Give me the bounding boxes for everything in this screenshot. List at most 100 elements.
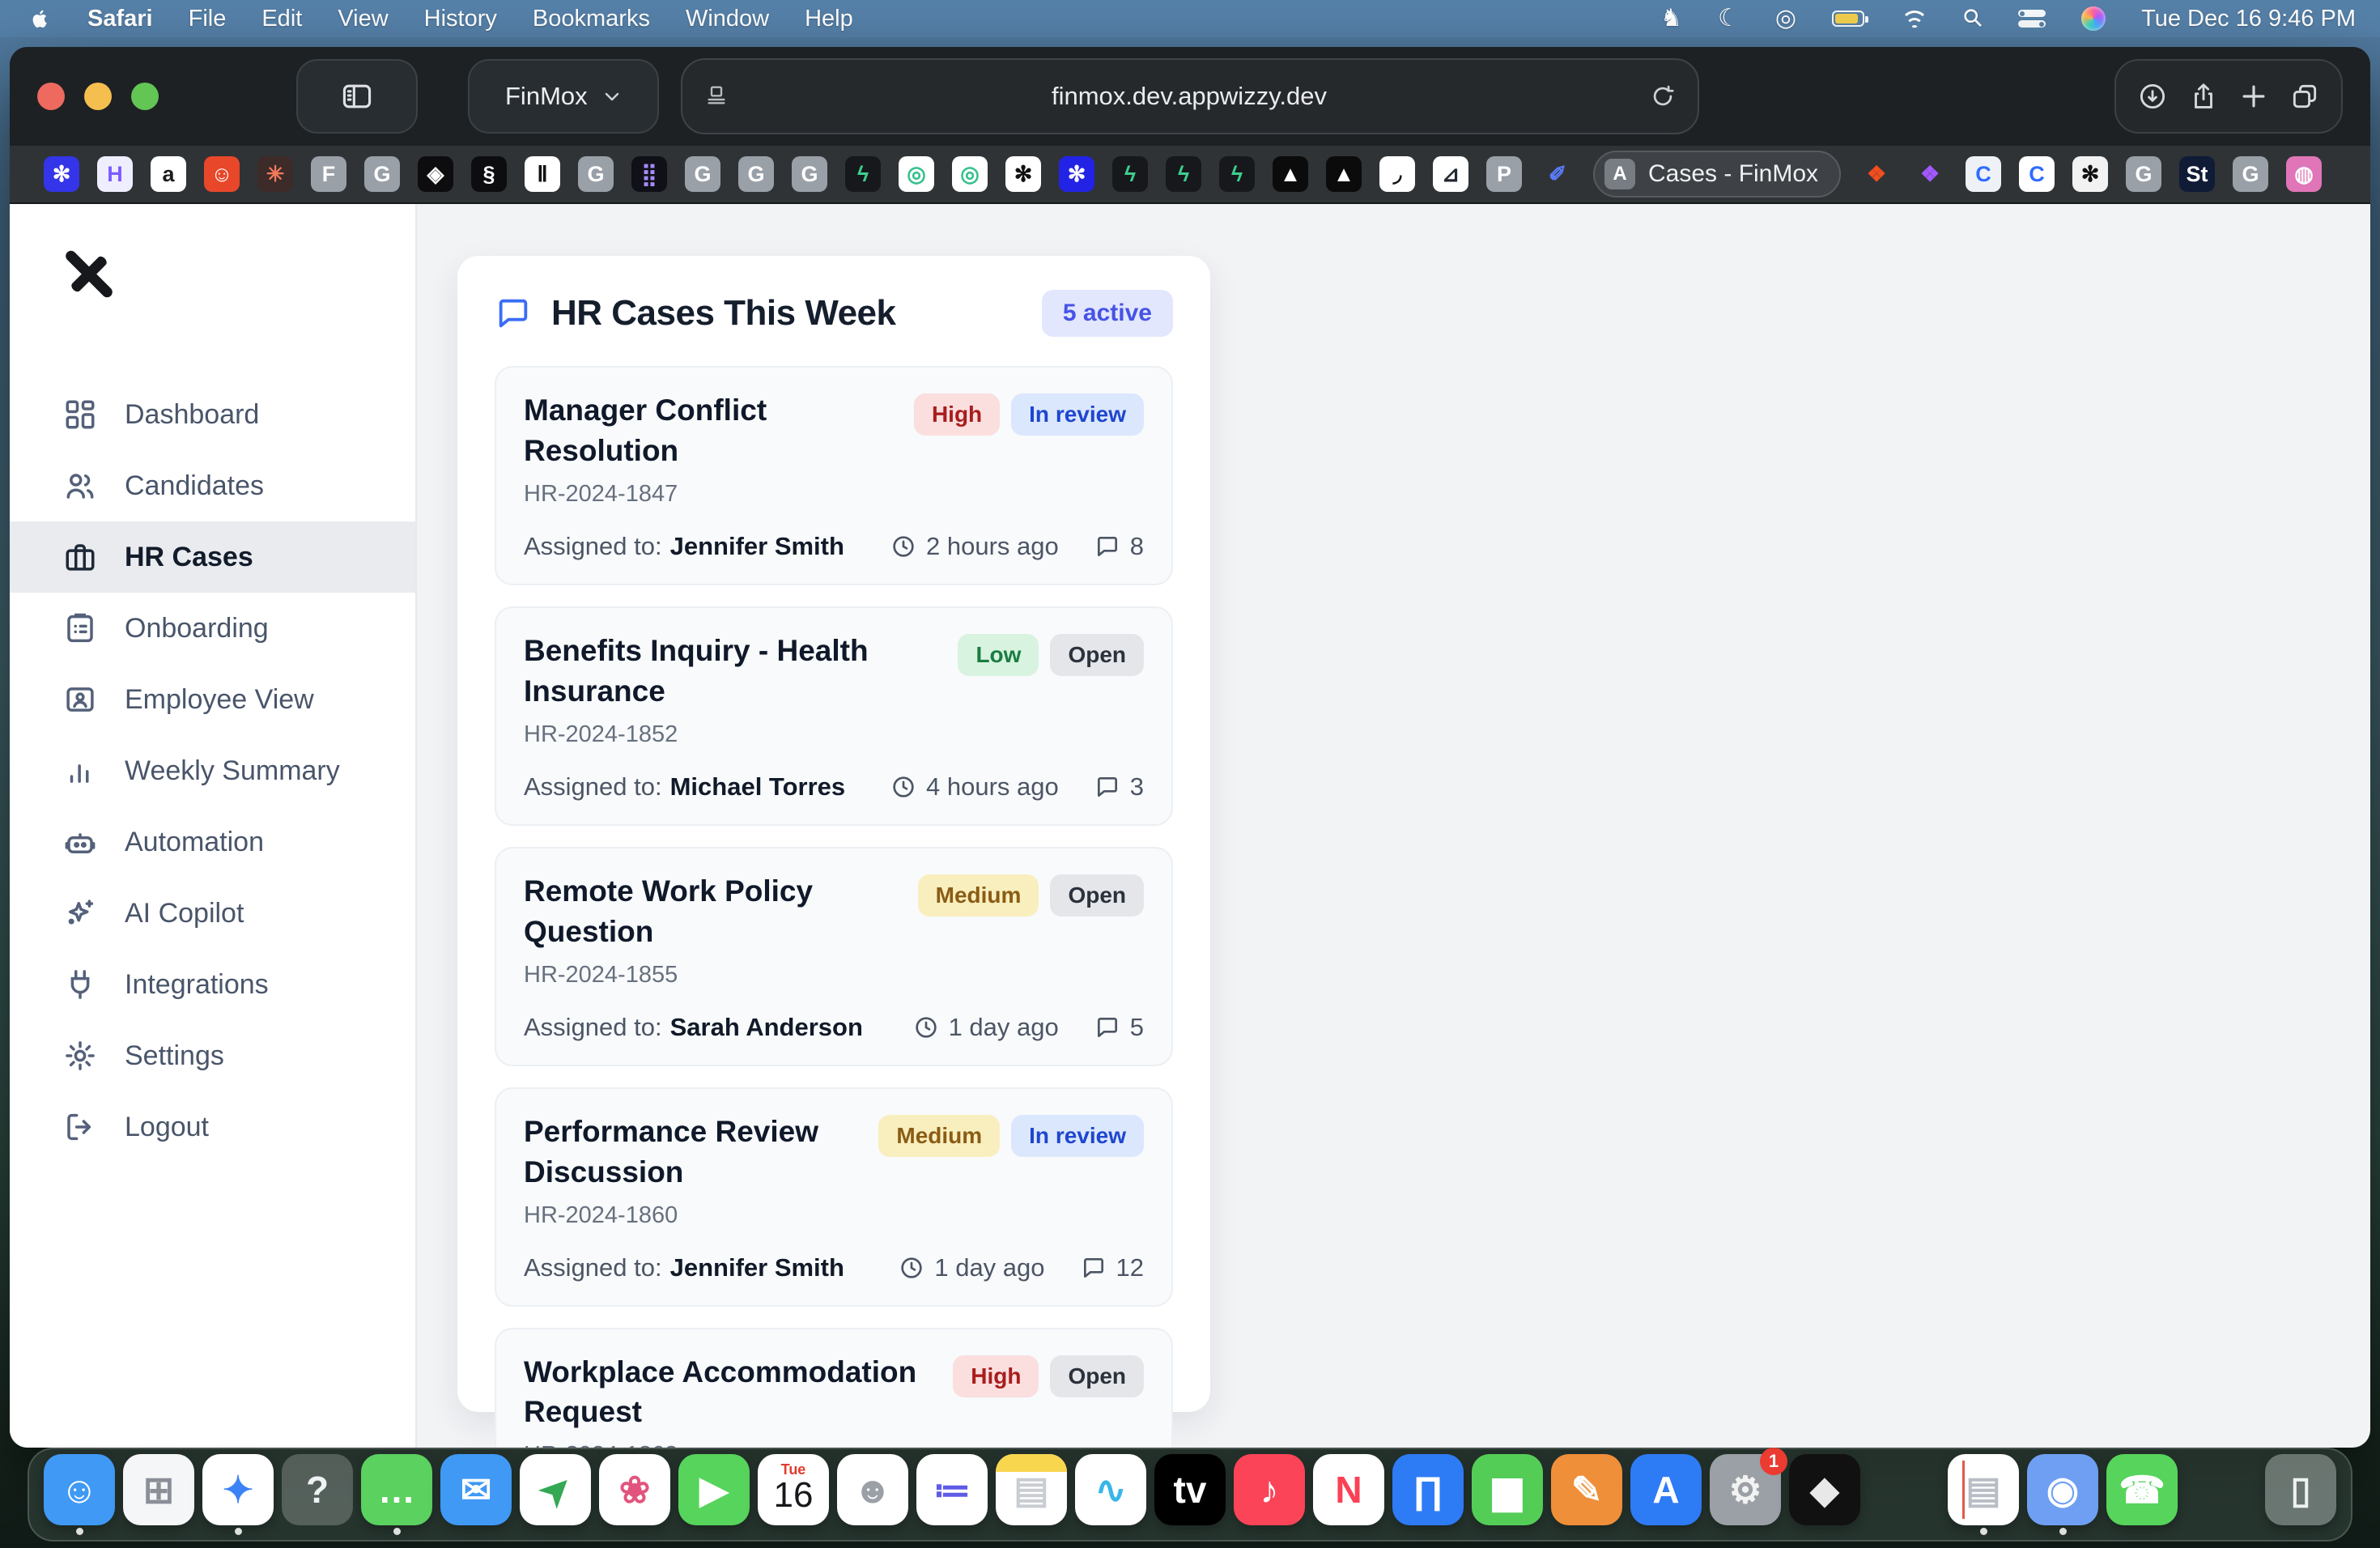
- favicon-c-blue-1[interactable]: C: [1966, 156, 2001, 192]
- spotlight-search-icon[interactable]: ⚲: [1959, 4, 1989, 34]
- dock-contacts-icon[interactable]: ☻: [837, 1454, 908, 1532]
- dock-missing-app-icon[interactable]: ?: [282, 1454, 353, 1532]
- dock-music-icon[interactable]: ♪: [1234, 1454, 1305, 1532]
- favicon-figma-1[interactable]: ❖: [1859, 156, 1894, 192]
- sidebar-item-weekly-summary[interactable]: Weekly Summary: [10, 735, 415, 806]
- favicon-storybook[interactable]: St: [2179, 156, 2215, 192]
- menu-item[interactable]: Safari: [70, 0, 171, 37]
- favicon-letter-g-6[interactable]: G: [2126, 156, 2161, 192]
- favicon-section[interactable]: §: [471, 156, 507, 192]
- dock-messages-icon[interactable]: …: [361, 1454, 432, 1532]
- favicon-hubspot[interactable]: ✳: [257, 156, 293, 192]
- favicon-openai-white-2[interactable]: ✻: [2072, 156, 2108, 192]
- case-card[interactable]: Manager Conflict Resolution High In revi…: [495, 366, 1173, 585]
- favicon-dribbble[interactable]: ◍: [2286, 156, 2322, 192]
- dock-facetime-icon[interactable]: ▶: [678, 1454, 750, 1532]
- favicon-equalizer[interactable]: ⣿: [631, 156, 667, 192]
- case-card[interactable]: Benefits Inquiry - Health Insurance Low …: [495, 606, 1173, 826]
- favicon-letter-g-4[interactable]: G: [738, 156, 774, 192]
- favicon-figma-2[interactable]: ❖: [1912, 156, 1948, 192]
- sidebar-item-hr-cases[interactable]: HR Cases: [10, 521, 415, 593]
- dock-phone-icon[interactable]: ☎: [2106, 1454, 2178, 1532]
- focus-moon-icon[interactable]: ☾: [1718, 6, 1740, 31]
- menubar-clock[interactable]: Tue Dec 16 9:46 PM: [2141, 6, 2356, 32]
- dock-maps-icon[interactable]: ➤: [520, 1454, 591, 1532]
- zoom-window-button[interactable]: [131, 83, 159, 110]
- favicon-pause[interactable]: Ⅱ: [525, 156, 560, 192]
- favicon-diamond[interactable]: ◈: [418, 156, 453, 192]
- favicon-vercel-2[interactable]: ▲: [1326, 156, 1362, 192]
- dock-textedit-icon[interactable]: ▤: [1948, 1454, 2019, 1532]
- share-icon[interactable]: [2188, 81, 2219, 112]
- case-card[interactable]: Remote Work Policy Question Medium Open …: [495, 847, 1173, 1066]
- favicon-letter-g-7[interactable]: G: [2233, 156, 2268, 192]
- close-window-button[interactable]: [37, 83, 65, 110]
- battery-icon[interactable]: [1832, 11, 1864, 27]
- active-tab-pill[interactable]: A Cases - FinMox: [1593, 151, 1841, 198]
- favicon-letter-g-5[interactable]: G: [792, 156, 827, 192]
- menu-item[interactable]: History: [406, 0, 515, 37]
- favicon-supabase-1[interactable]: ϟ: [845, 156, 881, 192]
- dock-trash-icon[interactable]: ▯: [2265, 1454, 2336, 1532]
- dock-launchpad-icon[interactable]: ⊞: [123, 1454, 194, 1532]
- dock-photos-icon[interactable]: ❀: [599, 1454, 670, 1532]
- favicon-spiral-2[interactable]: ◎: [952, 156, 988, 192]
- apple-menu-icon[interactable]: [24, 5, 63, 32]
- sidebar-item-integrations[interactable]: Integrations: [10, 949, 415, 1020]
- new-tab-icon[interactable]: [2238, 81, 2269, 112]
- reload-icon[interactable]: [1649, 83, 1677, 110]
- dock-freeform-icon[interactable]: ∿: [1075, 1454, 1146, 1532]
- dock-keynote-icon[interactable]: ∏: [1392, 1454, 1464, 1532]
- wifi-icon[interactable]: [1900, 7, 1929, 30]
- dock-pages-icon[interactable]: ✎: [1551, 1454, 1622, 1532]
- dock-reminders-icon[interactable]: ≔: [916, 1454, 988, 1532]
- menu-item[interactable]: View: [320, 0, 406, 37]
- favicon-openai-blue[interactable]: ✻: [44, 156, 79, 192]
- siri-icon[interactable]: [2081, 6, 2106, 31]
- downloads-icon[interactable]: [2137, 81, 2168, 112]
- sidebar-item-dashboard[interactable]: Dashboard: [10, 379, 415, 450]
- tab-overview-icon[interactable]: [2289, 81, 2320, 112]
- favicon-h-purple[interactable]: H: [97, 156, 133, 192]
- dock-safari-icon[interactable]: ✦: [202, 1454, 274, 1532]
- favicon-letter-f[interactable]: F: [311, 156, 346, 192]
- favicon-openai-blue-2[interactable]: ✻: [1059, 156, 1094, 192]
- menu-item[interactable]: Window: [668, 0, 787, 37]
- case-card[interactable]: Performance Review Discussion Medium In …: [495, 1087, 1173, 1307]
- sidebar-item-logout[interactable]: Logout: [10, 1091, 415, 1163]
- menu-item[interactable]: Help: [787, 0, 871, 37]
- favicon-letter-p[interactable]: P: [1486, 156, 1522, 192]
- favicon-letter-g-3[interactable]: G: [685, 156, 720, 192]
- favicon-supabase-3[interactable]: ϟ: [1166, 156, 1201, 192]
- menubar-app-icon[interactable]: ♞: [1660, 6, 1682, 31]
- dock-numbers-icon[interactable]: ▆: [1472, 1454, 1543, 1532]
- toggle-sidebar-button[interactable]: [296, 59, 418, 134]
- menu-item[interactable]: Bookmarks: [515, 0, 668, 37]
- dock-system-settings-icon[interactable]: ⚙ 1: [1710, 1454, 1781, 1532]
- favicon-sailboat[interactable]: ⊿: [1433, 156, 1468, 192]
- address-bar[interactable]: finmox.dev.appwizzy.dev: [681, 58, 1699, 134]
- favicon-amazon[interactable]: a: [151, 156, 186, 192]
- menu-item[interactable]: Edit: [244, 0, 320, 37]
- favicon-c-blue-2[interactable]: C: [2019, 156, 2055, 192]
- sidebar-item-automation[interactable]: Automation: [10, 806, 415, 878]
- dock-app-store-icon[interactable]: A: [1630, 1454, 1702, 1532]
- favicon-pencil[interactable]: ✐: [1540, 156, 1575, 192]
- dock-tv-icon[interactable]: tv: [1154, 1454, 1226, 1532]
- sidebar-item-ai-copilot[interactable]: AI Copilot: [10, 878, 415, 949]
- favicon-letter-g-1[interactable]: G: [364, 156, 400, 192]
- favicon-reddit[interactable]: ☺: [204, 156, 240, 192]
- favicon-supabase-4[interactable]: ϟ: [1219, 156, 1255, 192]
- favicon-spiral-1[interactable]: ◎: [899, 156, 934, 192]
- dock-camera-app-icon[interactable]: ◉: [2027, 1454, 2098, 1532]
- tab-group-button[interactable]: FinMox: [468, 59, 659, 134]
- minimize-window-button[interactable]: [84, 83, 112, 110]
- sidebar-item-employee-view[interactable]: Employee View: [10, 664, 415, 735]
- menu-item[interactable]: File: [171, 0, 244, 37]
- case-card[interactable]: Workplace Accommodation Request High Ope…: [495, 1328, 1173, 1448]
- favicon-supabase-2[interactable]: ϟ: [1112, 156, 1148, 192]
- sidebar-item-onboarding[interactable]: Onboarding: [10, 593, 415, 664]
- dock-calendar-icon[interactable]: Tue 16: [758, 1454, 829, 1532]
- favicon-swoosh[interactable]: ◞: [1379, 156, 1415, 192]
- favicon-vercel-1[interactable]: ▲: [1273, 156, 1308, 192]
